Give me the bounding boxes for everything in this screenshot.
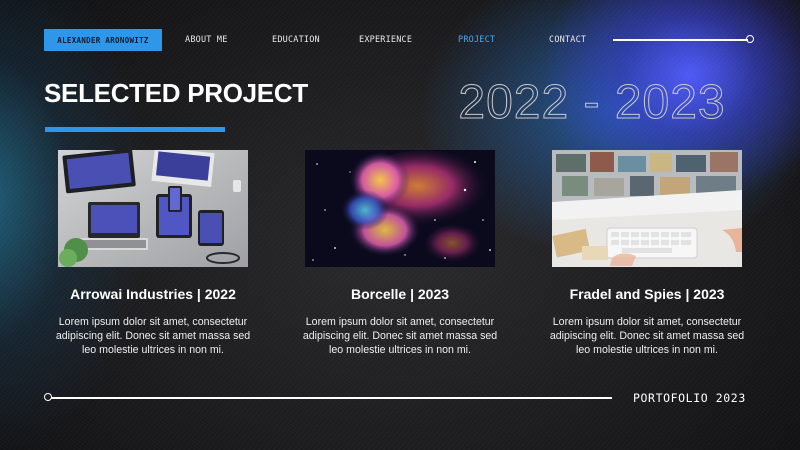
slide-background: ALEXANDER ARONOWITZ ABOUT ME EDUCATION E… — [0, 0, 800, 450]
project-title-1: Arrowai Industries | 2022 — [70, 286, 236, 302]
footer-divider-line — [51, 396, 612, 399]
desk-keyboard-photo-icon — [552, 150, 742, 267]
page-title: SELECTED PROJECT — [44, 78, 308, 108]
project-title-3: Fradel and Spies | 2023 — [569, 286, 725, 302]
svg-text:2022 - 2023: 2022 - 2023 — [458, 76, 725, 128]
nav-divider-line — [613, 38, 748, 41]
nav-project[interactable]: PROJECT — [458, 35, 495, 45]
year-range-outline: 2022 - 2023 — [458, 76, 725, 129]
footer-label: PORTOFOLIO 2023 — [633, 391, 746, 405]
project-description-1: Lorem ipsum dolor sit amet, consectetur … — [55, 316, 251, 356]
project-image-devices[interactable] — [58, 150, 248, 267]
nav-education[interactable]: EDUCATION — [272, 35, 320, 45]
nebula-photo-icon — [305, 150, 495, 267]
project-image-nebula[interactable] — [305, 150, 495, 267]
devices-mockup-photo-icon — [58, 150, 248, 267]
nav-about-me[interactable]: ABOUT ME — [185, 35, 228, 45]
project-image-desk[interactable] — [552, 150, 742, 267]
project-description-3: Lorem ipsum dolor sit amet, consectetur … — [549, 316, 745, 356]
project-title-2: Borcelle | 2023 — [350, 286, 450, 302]
nav-line-end-dot — [746, 35, 754, 43]
nav-experience[interactable]: EXPERIENCE — [359, 35, 412, 45]
project-description-2: Lorem ipsum dolor sit amet, consectetur … — [302, 316, 498, 356]
brand-name-button[interactable]: ALEXANDER ARONOWITZ — [44, 29, 162, 51]
title-underline — [45, 127, 225, 132]
nav-contact[interactable]: CONTACT — [549, 35, 586, 45]
